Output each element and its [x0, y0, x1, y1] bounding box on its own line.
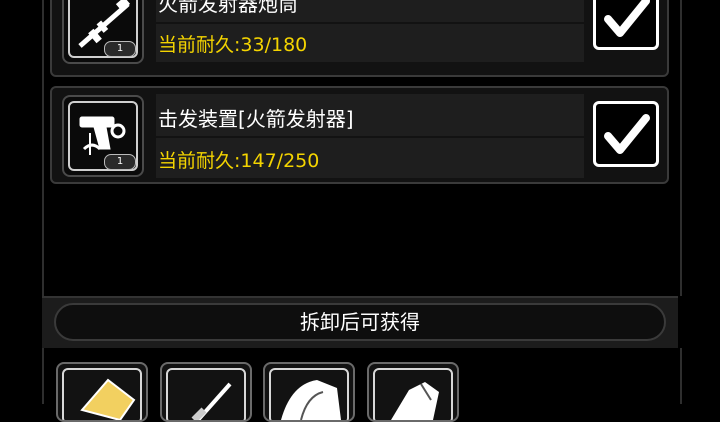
item-name: 击发装置[火箭发射器] [158, 107, 354, 131]
checkmark-icon [604, 114, 650, 154]
checkmark-icon [604, 0, 650, 37]
reward-slot[interactable] [56, 362, 148, 422]
cloth-icon [269, 368, 349, 420]
item-slot[interactable]: 1 [62, 0, 144, 64]
select-checkbox[interactable] [593, 101, 659, 167]
knife-icon [166, 368, 246, 420]
rewards-title: 拆卸后可获得 [54, 303, 666, 341]
reward-slot[interactable] [160, 362, 252, 422]
item-name: 火箭发射器炮筒 [158, 0, 298, 16]
item-row-trigger[interactable]: 1 击发装置[火箭发射器] 当前耐久:147/250 [50, 86, 669, 184]
reward-slot[interactable] [263, 362, 355, 422]
item-durability: 当前耐久:147/250 [158, 150, 320, 172]
leather-icon [373, 368, 453, 420]
select-checkbox[interactable] [593, 0, 659, 50]
item-slot[interactable]: 1 [62, 95, 144, 177]
item-count: 1 [104, 154, 136, 170]
item-count: 1 [104, 41, 136, 57]
item-durability: 当前耐久:33/180 [158, 34, 308, 56]
gold-plate-icon [62, 368, 142, 420]
item-row-rocket-barrel[interactable]: 1 火箭发射器炮筒 当前耐久:33/180 [50, 0, 669, 77]
reward-slot[interactable] [367, 362, 459, 422]
